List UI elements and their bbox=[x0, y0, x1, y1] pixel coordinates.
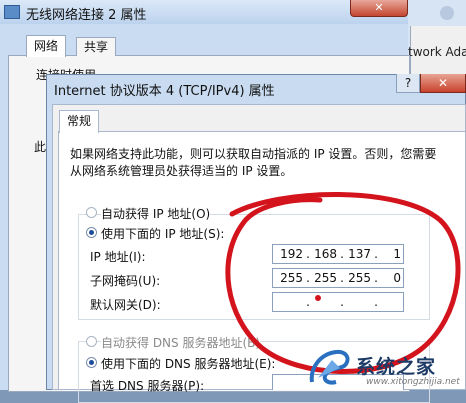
watermark-url: www.xitongzhijia.net bbox=[366, 377, 460, 387]
annotation-circle bbox=[225, 192, 461, 374]
watermark-logo bbox=[309, 349, 350, 385]
watermark-text: 系统之家 bbox=[356, 356, 437, 378]
